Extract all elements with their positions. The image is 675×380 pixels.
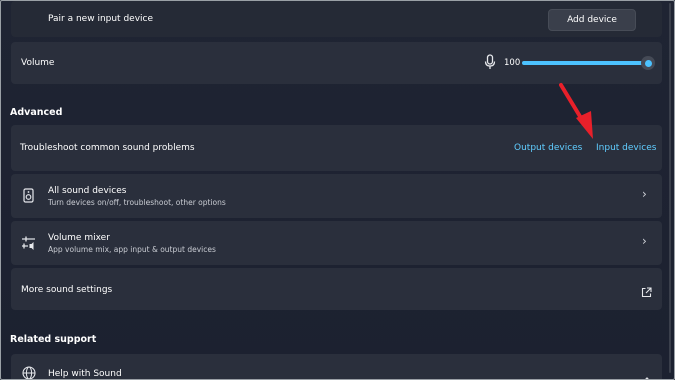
pair-device-card: Pair a new input device Add device (11, 1, 662, 37)
chevron-right-icon: › (642, 234, 647, 248)
volume-card: Volume 100 (11, 42, 662, 84)
input-devices-link[interactable]: Input devices (596, 143, 656, 153)
output-devices-link[interactable]: Output devices (514, 143, 582, 153)
open-external-icon (641, 283, 652, 302)
volume-slider-thumb[interactable] (641, 56, 655, 70)
pair-device-label: Pair a new input device (48, 14, 154, 24)
help-with-sound-label: Help with Sound (48, 369, 122, 379)
related-support-heading: Related support (10, 334, 97, 345)
volume-mixer-card[interactable]: Volume mixer App volume mix, app input &… (11, 221, 662, 265)
all-sound-devices-card[interactable]: All sound devices Turn devices on/off, t… (11, 174, 662, 218)
volume-mixer-title: Volume mixer (48, 233, 110, 243)
help-with-sound-card[interactable]: Help with Sound (11, 354, 662, 379)
speaker-icon (23, 188, 35, 208)
chevron-right-icon: › (642, 187, 647, 201)
more-sound-settings-label: More sound settings (21, 285, 113, 295)
volume-label: Volume (21, 58, 55, 68)
volume-value: 100 (504, 58, 521, 68)
add-device-button[interactable]: Add device (548, 9, 636, 31)
settings-window: Pair a new input device Add device Volum… (0, 0, 675, 380)
microphone-icon[interactable] (484, 54, 496, 74)
troubleshoot-card: Troubleshoot common sound problems Outpu… (11, 125, 662, 171)
advanced-heading: Advanced (10, 107, 63, 118)
chevron-up-icon[interactable] (642, 368, 652, 379)
all-sound-devices-title: All sound devices (48, 186, 127, 196)
volume-slider[interactable] (522, 61, 651, 65)
scrollbar[interactable] (669, 3, 671, 373)
more-sound-settings-card[interactable]: More sound settings (11, 268, 662, 310)
volume-mixer-subtitle: App volume mix, app input & output devic… (48, 245, 216, 254)
globe-icon (22, 365, 36, 379)
troubleshoot-label: Troubleshoot common sound problems (20, 143, 195, 153)
all-sound-devices-subtitle: Turn devices on/off, troubleshoot, other… (48, 198, 226, 207)
mixer-icon (21, 235, 37, 255)
